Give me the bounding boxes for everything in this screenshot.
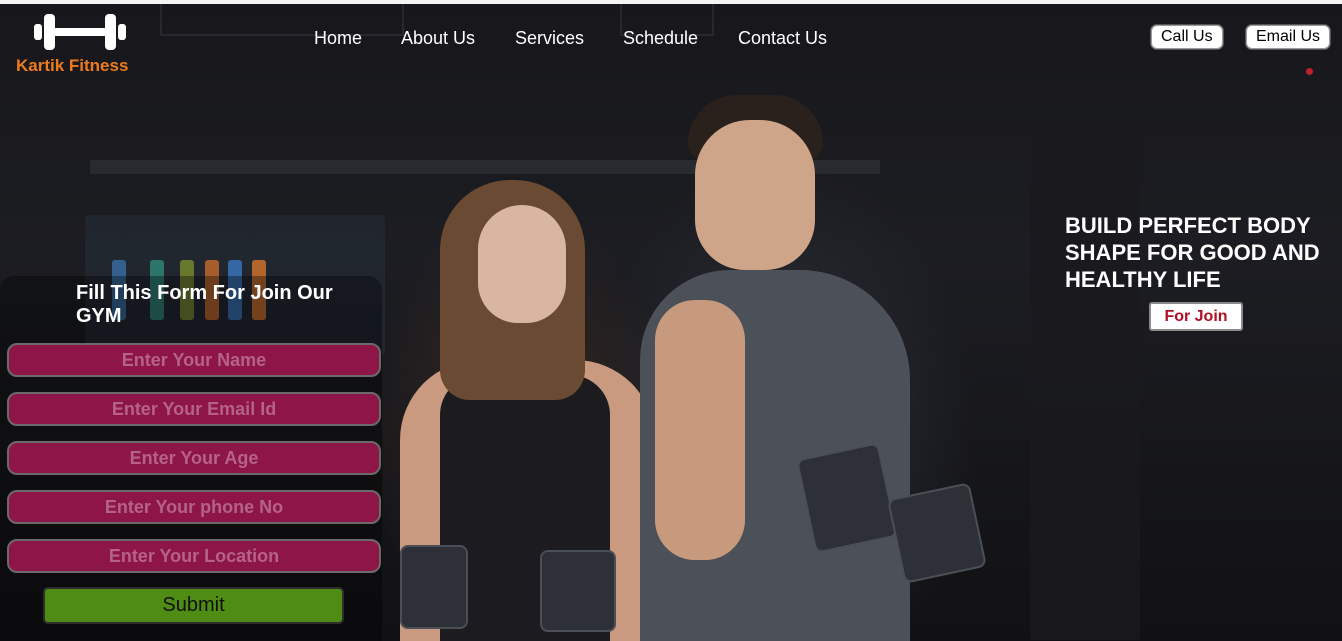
decorative-dot (1306, 68, 1313, 75)
hero-headline: BUILD PERFECT BODY SHAPE FOR GOOD AND HE… (1065, 213, 1320, 292)
call-us-button[interactable]: Call Us (1150, 24, 1224, 50)
email-us-button[interactable]: Email Us (1245, 24, 1332, 50)
phone-input[interactable] (7, 490, 381, 524)
nav-schedule[interactable]: Schedule (623, 28, 698, 49)
nav-services[interactable]: Services (515, 28, 584, 49)
man-face (695, 120, 815, 270)
form-title: Fill This Form For Join Our GYM (76, 282, 333, 327)
join-button[interactable]: For Join (1149, 302, 1243, 331)
brand-logo[interactable]: Kartik Fitness (16, 12, 142, 76)
submit-button[interactable]: Submit (43, 587, 344, 624)
dumbbell-weight (886, 482, 988, 584)
age-input[interactable] (7, 441, 381, 475)
woman-face (478, 205, 566, 323)
nav-contact-us[interactable]: Contact Us (738, 28, 827, 49)
name-input[interactable] (7, 343, 381, 377)
dumbbell-weight (400, 545, 468, 629)
nav-home[interactable]: Home (314, 28, 362, 49)
brand-name: Kartik Fitness (16, 56, 129, 75)
nav-about-us[interactable]: About Us (401, 28, 475, 49)
location-input[interactable] (7, 539, 381, 573)
man-arm (655, 300, 745, 560)
dumbbell-icon (34, 14, 126, 50)
background-window (160, 4, 404, 36)
dumbbell-weight (540, 550, 616, 632)
email-input[interactable] (7, 392, 381, 426)
background-column (1030, 120, 1140, 640)
